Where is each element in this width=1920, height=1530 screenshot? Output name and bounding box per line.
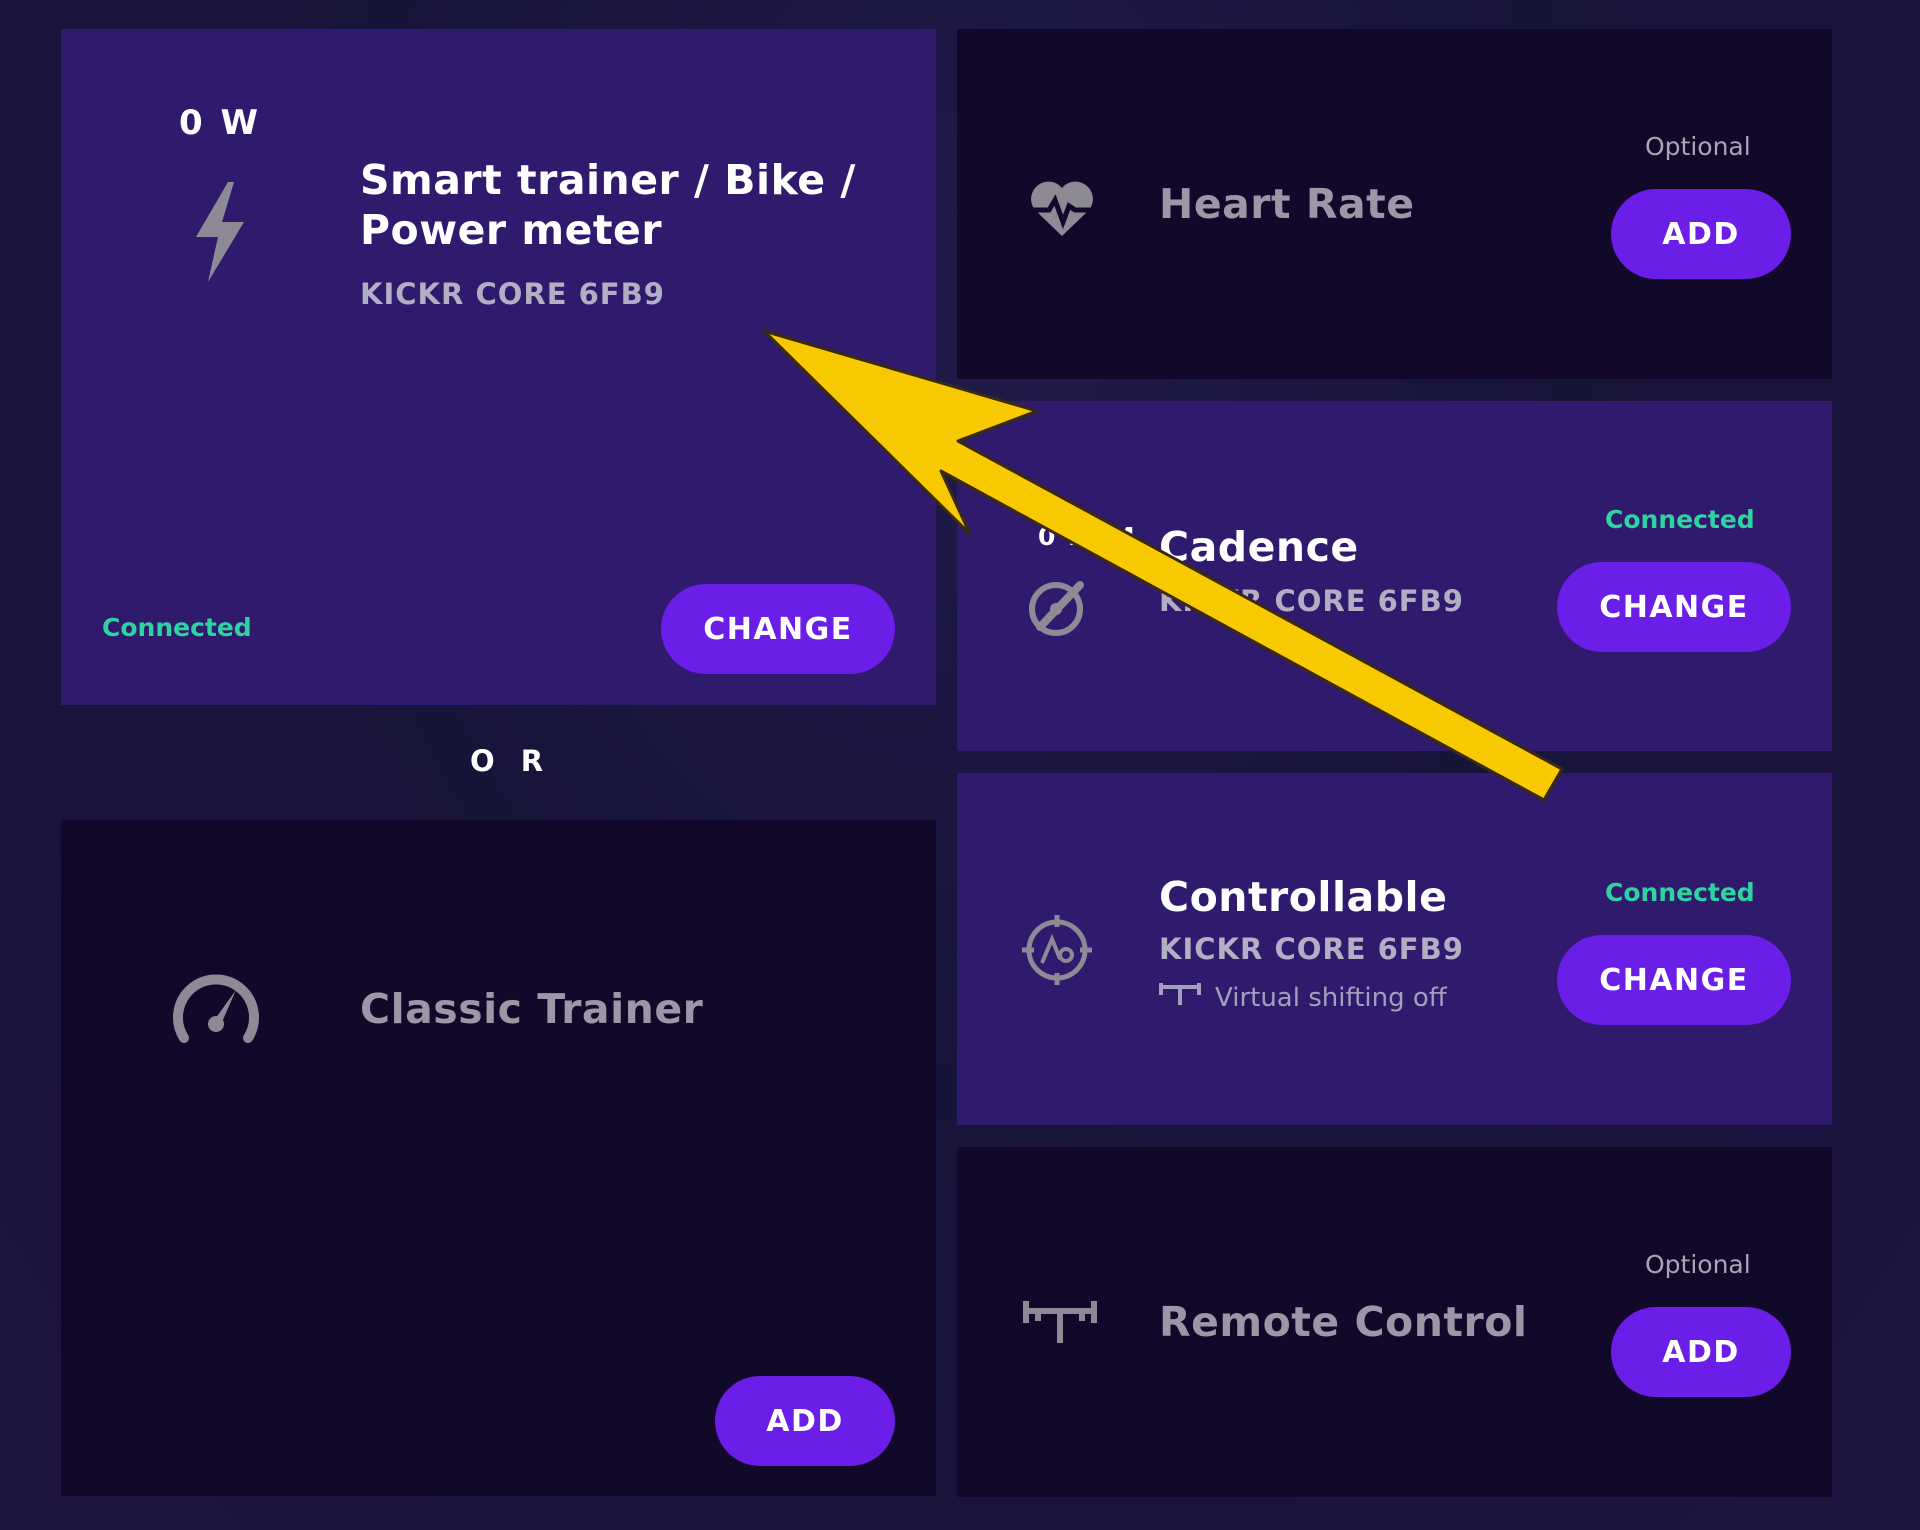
power-change-button[interactable]: CHANGE [661,584,895,674]
controllable-title: Controllable [1159,873,1448,921]
cadence-card: 0 RPM Cadence KICKR CORE 6FB9 Connected … [957,401,1832,751]
classic-trainer-card: Classic Trainer ADD [61,820,936,1496]
classic-trainer-title: Classic Trainer [360,985,704,1033]
cadence-change-button[interactable]: CHANGE [1557,562,1791,652]
heart-rate-title: Heart Rate [1159,180,1415,228]
remote-control-title: Remote Control [1159,1298,1528,1346]
power-card-title-line2: Power meter [360,206,663,254]
cadence-status: Connected [1605,505,1755,534]
controllable-card: Controllable KICKR CORE 6FB9 Virtual shi… [957,773,1832,1125]
power-card: 0 W Smart trainer / Bike / Power meter K… [61,29,936,705]
remote-control-card: Remote Control Optional ADD [957,1147,1832,1497]
cadence-device-name: KICKR CORE 6FB9 [1159,584,1464,618]
classic-add-button[interactable]: ADD [715,1376,895,1466]
shifter-icon [1159,981,1201,1014]
controllable-device-name: KICKR CORE 6FB9 [1159,932,1464,966]
remote-optional-label: Optional [1645,1250,1751,1279]
virtual-shifting-row: Virtual shifting off [1159,981,1447,1014]
or-divider: O R [470,744,552,778]
heart-rate-optional-label: Optional [1645,132,1751,161]
controllable-status: Connected [1605,878,1755,907]
virtual-shifting-label: Virtual shifting off [1215,982,1447,1013]
power-device-name: KICKR CORE 6FB9 [360,277,665,311]
handlebar-remote-icon [1017,1287,1103,1357]
heart-rate-card: Heart Rate Optional ADD [957,29,1832,379]
heart-rate-icon [1022,174,1102,244]
power-card-title-line1: Smart trainer / Bike / [360,156,856,204]
remote-add-button[interactable]: ADD [1611,1307,1791,1397]
speedometer-icon [156,960,276,1060]
cadence-title: Cadence [1159,523,1359,571]
power-status: Connected [102,613,252,642]
controllable-change-button[interactable]: CHANGE [1557,935,1791,1025]
lightning-icon [175,167,265,297]
heart-rate-add-button[interactable]: ADD [1611,189,1791,279]
cadence-icon [1019,566,1099,646]
controllable-target-icon [1015,908,1099,992]
cadence-readout: 0 RPM [1038,522,1137,551]
power-readout: 0 W [179,103,261,143]
